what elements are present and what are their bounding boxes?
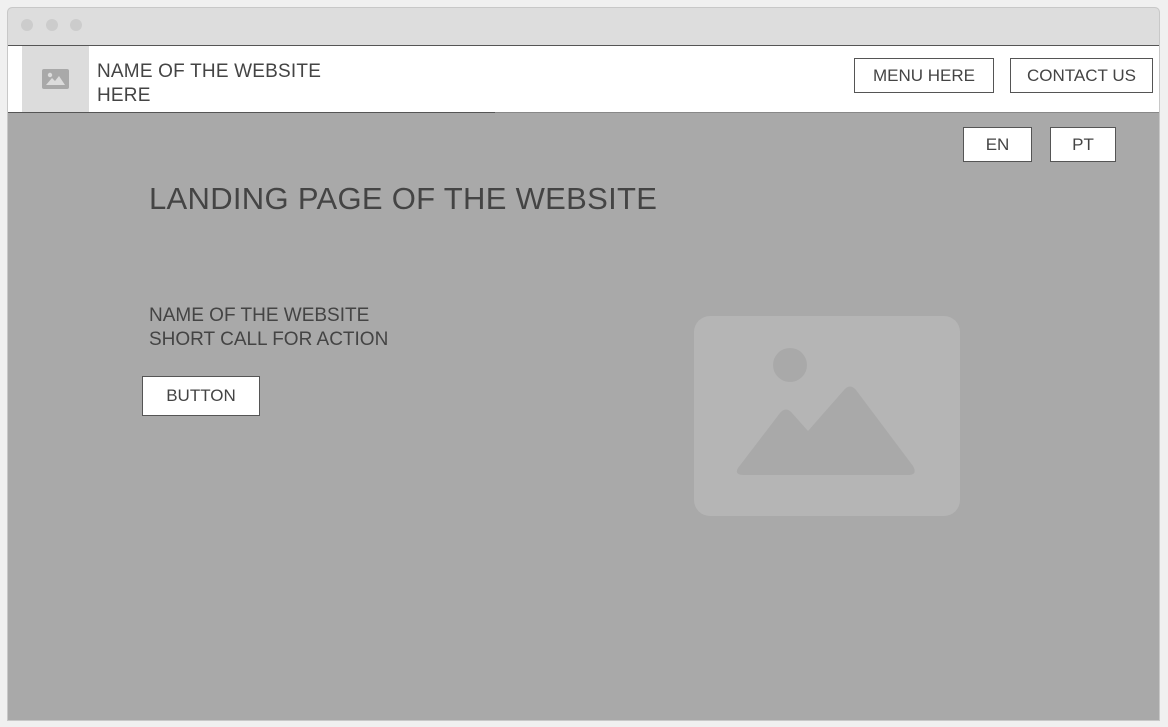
window-maximize-dot[interactable] [70, 19, 82, 31]
cta-button[interactable]: BUTTON [142, 376, 260, 416]
browser-window: NAME OF THE WEBSITE HERE MENU HERE CONTA… [7, 7, 1160, 721]
image-placeholder-icon [694, 316, 960, 516]
language-pt-button[interactable]: PT [1050, 127, 1116, 162]
language-en-button[interactable]: EN [963, 127, 1032, 162]
site-name-line2: HERE [97, 85, 151, 106]
site-logo[interactable] [22, 46, 89, 113]
cta-text: NAME OF THE WEBSITE SHORT CALL FOR ACTIO… [149, 304, 388, 352]
window-titlebar [8, 8, 1159, 45]
window-minimize-dot[interactable] [46, 19, 58, 31]
cta-site-name: NAME OF THE WEBSITE [149, 305, 370, 326]
page-title: LANDING PAGE OF THE WEBSITE [149, 181, 658, 216]
menu-button[interactable]: MENU HERE [854, 58, 994, 93]
cta-call-to-action: SHORT CALL FOR ACTION [149, 329, 389, 350]
header-divider [8, 112, 495, 113]
window-close-dot[interactable] [21, 19, 33, 31]
contact-us-button[interactable]: CONTACT US [1010, 58, 1153, 93]
image-placeholder-icon [42, 69, 69, 89]
site-header: NAME OF THE WEBSITE HERE MENU HERE CONTA… [8, 45, 1159, 113]
site-name[interactable]: NAME OF THE WEBSITE HERE [97, 60, 357, 108]
site-name-line1: NAME OF THE WEBSITE [97, 61, 322, 82]
